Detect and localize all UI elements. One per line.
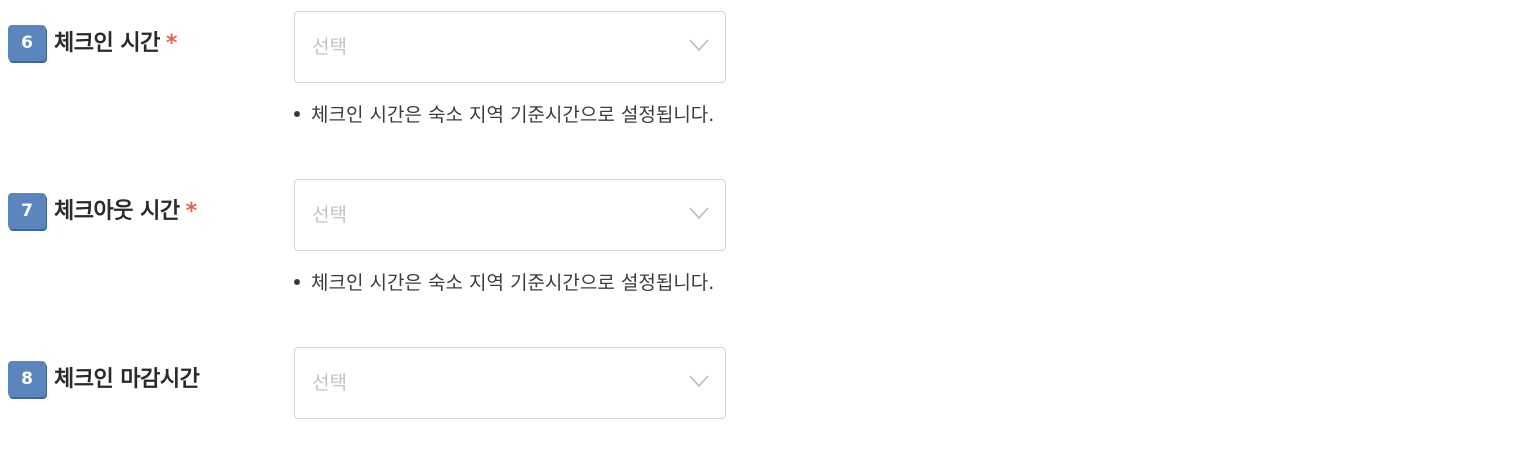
step-number-badge: 6	[8, 25, 46, 61]
select-placeholder: 선택	[312, 204, 347, 226]
required-mark: *	[185, 199, 198, 224]
checkout-time-label: 체크아웃 시간 *	[54, 197, 197, 227]
select-placeholder: 선택	[312, 372, 347, 394]
help-text: 체크인 시간은 숙소 지역 기준시간으로 설정됩니다.	[294, 103, 714, 127]
chevron-down-icon	[689, 207, 709, 220]
checkin-settings-form: 6 체크인 시간 * 선택 체크인 시간은 숙소 지역 기준시간으로 설정됩니다.…	[0, 0, 1520, 470]
checkin-time-select[interactable]: 선택	[294, 11, 726, 83]
step-number-badge: 7	[8, 193, 46, 229]
step-number-badge: 8	[8, 361, 46, 397]
checkin-deadline-label: 체크인 마감시간	[54, 365, 200, 395]
required-mark: *	[165, 31, 178, 56]
help-text-content: 체크인 시간은 숙소 지역 기준시간으로 설정됩니다.	[311, 272, 715, 294]
bullet-icon	[294, 111, 300, 117]
chevron-down-icon	[689, 375, 709, 388]
checkin-deadline-select[interactable]: 선택	[294, 347, 726, 419]
field-label-text: 체크인 시간	[54, 31, 160, 56]
bullet-icon	[294, 279, 300, 285]
select-placeholder: 선택	[312, 36, 347, 58]
help-text: 체크인 시간은 숙소 지역 기준시간으로 설정됩니다.	[294, 271, 714, 295]
field-label-text: 체크인 마감시간	[54, 367, 200, 392]
help-text-content: 체크인 시간은 숙소 지역 기준시간으로 설정됩니다.	[311, 104, 715, 126]
checkout-time-select[interactable]: 선택	[294, 179, 726, 251]
field-label-text: 체크아웃 시간	[54, 199, 180, 224]
chevron-down-icon	[689, 39, 709, 52]
checkin-time-label: 체크인 시간 *	[54, 29, 177, 59]
